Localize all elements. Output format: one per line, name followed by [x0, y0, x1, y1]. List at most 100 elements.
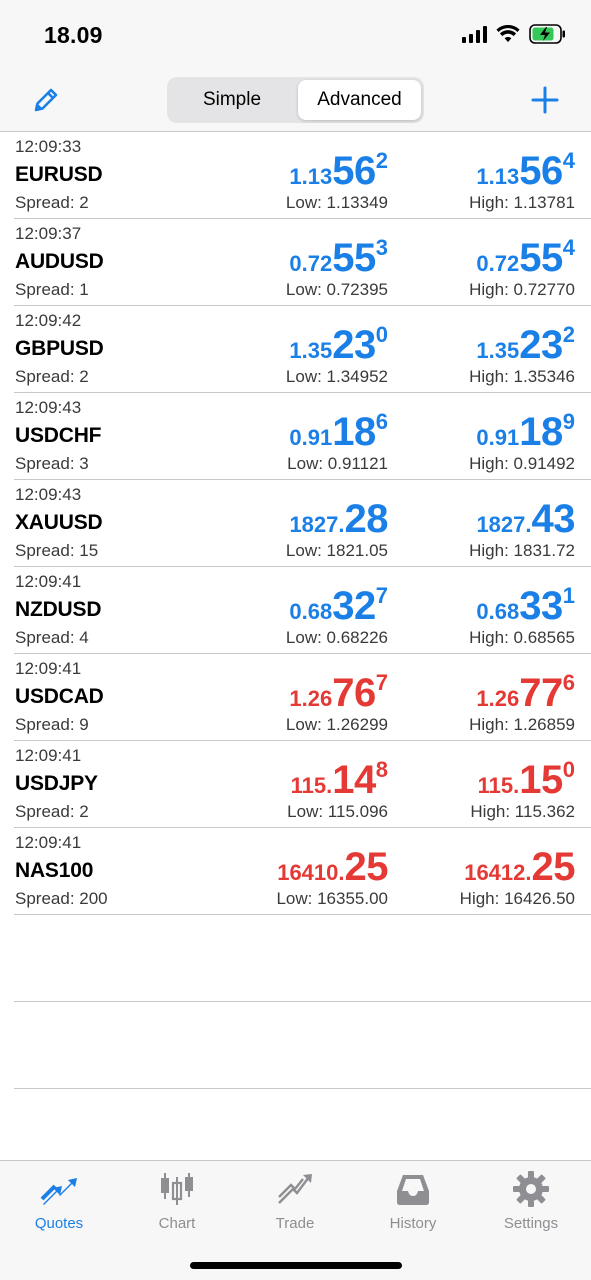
bid-price-prefix: 0.91 — [289, 425, 333, 450]
quote-time: 12:09:33 — [15, 137, 82, 156]
ask-price-fraction: 4 — [562, 235, 575, 260]
ask-price-prefix: 115. — [477, 773, 520, 798]
ask-price-pips: 25 — [531, 845, 576, 889]
tab-settings[interactable]: Settings — [472, 1169, 590, 1239]
ask-price: 1.35232 — [476, 322, 575, 367]
bid-price: 1.35230 — [289, 322, 388, 367]
ask-price-fraction: 0 — [562, 757, 575, 782]
high-price: High: 0.91492 — [469, 454, 575, 473]
ask-price: 16412.25 — [464, 844, 576, 889]
quotes-arrows-icon — [40, 1178, 77, 1205]
ask-price-pips: 23 — [519, 323, 563, 367]
bid-price-fraction: 0 — [375, 322, 388, 347]
empty-row — [14, 1002, 591, 1089]
quote-time: 12:09:41 — [15, 659, 82, 678]
quote-time: 12:09:43 — [15, 398, 82, 417]
bid-price-prefix: 16410. — [277, 860, 345, 885]
bid-price: 0.72553 — [289, 235, 388, 280]
tab-label-settings: Settings — [503, 1215, 559, 1232]
ask-price: 1.13564 — [476, 148, 575, 193]
ask-price-fraction: 2 — [562, 322, 575, 347]
bid-price-pips: 32 — [332, 584, 376, 628]
quote-time: 12:09:41 — [15, 746, 82, 765]
low-price: Low: 0.72395 — [285, 280, 388, 299]
segment-simple[interactable]: Simple — [170, 80, 294, 120]
quote-time: 12:09:43 — [15, 485, 82, 504]
bid-price-fraction: 6 — [375, 409, 388, 434]
bid-price-fraction: 7 — [375, 583, 388, 608]
ask-price-pips: 18 — [519, 410, 563, 454]
tab-label-trade: Trade — [275, 1215, 315, 1232]
ask-price: 0.72554 — [476, 235, 575, 280]
tab-chart[interactable]: Chart — [118, 1169, 236, 1239]
quote-symbol: NAS100 — [15, 859, 94, 882]
ask-price-fraction: 4 — [562, 148, 575, 173]
tab-history[interactable]: History — [354, 1169, 472, 1239]
bid-price-fraction: 8 — [375, 757, 388, 782]
quote-row-usdjpy[interactable]: 12:09:41 USDJPY Spread: 2 115.148 115.150 Low… — [14, 741, 591, 828]
tab-label-chart: Chart — [158, 1215, 196, 1232]
segment-advanced[interactable]: Advanced — [298, 80, 421, 120]
quote-time: 12:09:37 — [15, 224, 82, 243]
low-price: Low: 0.68226 — [285, 628, 388, 647]
ask-price-pips: 33 — [519, 584, 563, 628]
quote-row-usdchf[interactable]: 12:09:43 USDCHF Spread: 3 0.91186 0.91189 Low… — [14, 393, 591, 480]
bid-price-pips: 23 — [332, 323, 376, 367]
high-price: High: 115.362 — [470, 802, 575, 821]
cellular-signal-icon — [462, 25, 487, 43]
ask-price-pips: 43 — [531, 497, 576, 541]
gear-icon — [513, 1171, 549, 1207]
trend-line-icon — [278, 1174, 312, 1204]
quote-spread: Spread: 2 — [15, 802, 89, 821]
low-price: Low: 1.26299 — [285, 715, 388, 734]
view-mode-segmented-control: Simple Advanced — [167, 77, 424, 123]
quote-spread: Spread: 4 — [15, 628, 89, 647]
high-price: High: 0.68565 — [469, 628, 575, 647]
bid-price-prefix: 0.72 — [289, 251, 333, 276]
edit-pencil-icon[interactable] — [30, 84, 62, 116]
quote-spread: Spread: 15 — [15, 541, 99, 560]
bid-price: 0.68327 — [289, 583, 388, 628]
quote-row-xauusd[interactable]: 12:09:43 XAUUSD Spread: 15 1827.28 1827.43 Lo… — [14, 480, 591, 567]
quote-spread: Spread: 200 — [15, 889, 108, 908]
quote-spread: Spread: 9 — [15, 715, 89, 734]
add-symbol-icon[interactable] — [529, 84, 561, 116]
bid-price-fraction: 7 — [375, 670, 388, 695]
low-price: Low: 1.34952 — [285, 367, 388, 386]
bid-price: 115.148 — [291, 757, 388, 802]
low-price: Low: 0.91121 — [287, 454, 388, 473]
bid-price-prefix: 1.13 — [289, 164, 333, 189]
bid-price-fraction: 2 — [375, 148, 388, 173]
bid-price-prefix: 1827. — [289, 512, 345, 537]
quote-time: 12:09:42 — [15, 311, 82, 330]
inbox-tray-icon — [397, 1175, 429, 1205]
quote-row-usdcad[interactable]: 12:09:41 USDCAD Spread: 9 1.26767 1.26776 Low… — [14, 654, 591, 741]
bid-price-prefix: 0.68 — [289, 599, 333, 624]
bid-price-prefix: 1.26 — [289, 686, 333, 711]
bid-price-pips: 55 — [332, 236, 376, 280]
tab-label-history: History — [389, 1215, 437, 1232]
bid-price: 0.91186 — [289, 409, 388, 454]
quote-row-eurusd[interactable]: 12:09:33 EURUSD Spread: 2 1.13562 1.13564 Low… — [14, 132, 591, 219]
ask-price-pips: 56 — [519, 149, 563, 193]
ask-price-fraction: 9 — [562, 409, 575, 434]
tab-trade[interactable]: Trade — [236, 1169, 354, 1239]
quote-row-nas100[interactable]: 12:09:41 NAS100 Spread: 200 16410.25 16412.2… — [14, 828, 591, 915]
bid-price: 1.13562 — [289, 148, 388, 193]
battery-charging-icon — [529, 24, 565, 44]
low-price: Low: 115.096 — [287, 802, 388, 821]
quote-row-audusd[interactable]: 12:09:37 AUDUSD Spread: 1 0.72553 0.72554 Low… — [14, 219, 591, 306]
ask-price-pips: 55 — [519, 236, 563, 280]
quote-row-nzdusd[interactable]: 12:09:41 NZDUSD Spread: 4 0.68327 0.68331 Low… — [14, 567, 591, 654]
ask-price-prefix: 1.26 — [476, 686, 520, 711]
low-price: Low: 1821.05 — [285, 541, 388, 560]
ask-price-pips: 15 — [519, 758, 563, 802]
quote-symbol: XAUUSD — [15, 511, 103, 534]
tab-quotes[interactable]: Quotes — [0, 1169, 118, 1239]
candlestick-chart-icon — [161, 1173, 193, 1205]
quote-spread: Spread: 2 — [15, 367, 89, 386]
high-price: High: 1.35346 — [469, 367, 575, 386]
bid-price-pips: 18 — [332, 410, 376, 454]
quote-row-gbpusd[interactable]: 12:09:42 GBPUSD Spread: 2 1.35230 1.35232 Low… — [14, 306, 591, 393]
ask-price-prefix: 1.13 — [476, 164, 520, 189]
